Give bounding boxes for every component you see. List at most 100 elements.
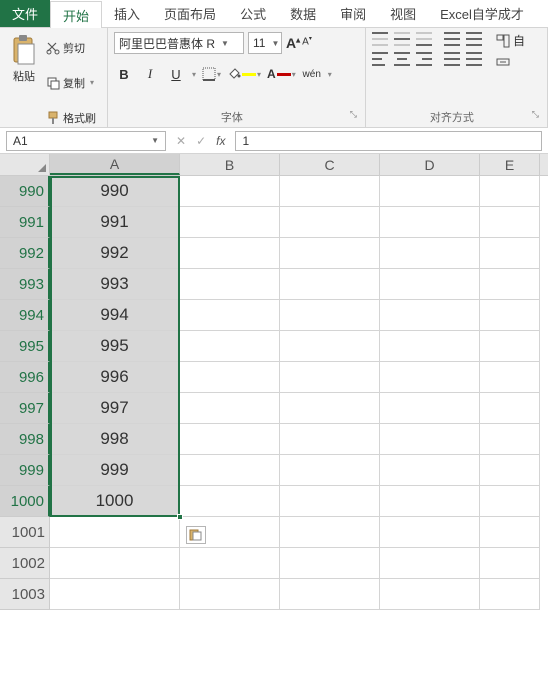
increase-indent-button[interactable] (466, 32, 482, 46)
row-header[interactable]: 997 (0, 393, 50, 424)
cell[interactable] (180, 176, 280, 207)
cell[interactable] (480, 455, 540, 486)
row-header[interactable]: 999 (0, 455, 50, 486)
decrease-indent2-button[interactable] (444, 52, 460, 66)
cell[interactable] (280, 269, 380, 300)
cell[interactable] (180, 331, 280, 362)
cell[interactable] (380, 455, 480, 486)
cell[interactable] (480, 300, 540, 331)
cell[interactable] (480, 548, 540, 579)
cell[interactable] (380, 393, 480, 424)
menu-tab-6[interactable]: 审阅 (328, 0, 378, 27)
cell[interactable] (380, 207, 480, 238)
cut-button[interactable]: 剪切 (46, 32, 96, 63)
cell[interactable] (380, 424, 480, 455)
increase-font-button[interactable]: A▴ (286, 35, 300, 51)
cell[interactable] (480, 362, 540, 393)
bold-button[interactable]: B (114, 64, 134, 84)
cell[interactable] (280, 486, 380, 517)
row-header[interactable]: 998 (0, 424, 50, 455)
phonetic-button[interactable]: wén (302, 64, 322, 84)
row-header[interactable]: 996 (0, 362, 50, 393)
cell[interactable]: 999 (50, 455, 180, 486)
font-size-combo[interactable]: 11▼ (248, 32, 282, 54)
cell[interactable] (480, 238, 540, 269)
menu-tab-0[interactable]: 文件 (0, 0, 50, 27)
cell[interactable] (480, 269, 540, 300)
row-header[interactable]: 1003 (0, 579, 50, 610)
cell[interactable] (280, 393, 380, 424)
cell[interactable] (480, 424, 540, 455)
cell[interactable] (380, 579, 480, 610)
decrease-indent-button[interactable] (444, 32, 460, 46)
cell[interactable] (280, 548, 380, 579)
cell[interactable] (180, 548, 280, 579)
cell[interactable] (180, 424, 280, 455)
cell[interactable] (180, 579, 280, 610)
formula-bar[interactable]: 1 (235, 131, 542, 151)
row-header[interactable]: 1001 (0, 517, 50, 548)
cell[interactable] (380, 517, 480, 548)
merge-button[interactable] (496, 55, 525, 69)
cell[interactable] (180, 393, 280, 424)
worksheet-grid[interactable]: A B C D E 990990991991992992993993994994… (0, 154, 548, 610)
align-launcher-icon[interactable]: ⤡ (532, 109, 539, 120)
menu-tab-2[interactable]: 插入 (102, 0, 152, 27)
font-name-combo[interactable]: 阿里巴巴普惠体 R▼ (114, 32, 244, 54)
cell[interactable]: 990 (50, 176, 180, 207)
cell[interactable]: 997 (50, 393, 180, 424)
column-header-e[interactable]: E (480, 154, 540, 175)
cell[interactable] (280, 238, 380, 269)
cancel-formula-button[interactable]: ✕ (176, 134, 186, 148)
menu-tab-1[interactable]: 开始 (50, 1, 102, 28)
cell[interactable] (480, 486, 540, 517)
fx-button[interactable]: fx (216, 134, 225, 148)
cell[interactable] (280, 176, 380, 207)
cell[interactable] (380, 269, 480, 300)
increase-indent2-button[interactable] (466, 52, 482, 66)
cell[interactable] (180, 269, 280, 300)
cell[interactable] (180, 300, 280, 331)
select-all-corner[interactable] (0, 154, 50, 175)
format-painter-button[interactable]: 格式刷 (46, 102, 96, 133)
cell[interactable] (380, 176, 480, 207)
cell[interactable] (480, 331, 540, 362)
font-color-button[interactable]: A▾ (267, 67, 296, 81)
copy-button[interactable]: 复制▾ (46, 67, 96, 98)
align-left-button[interactable] (372, 52, 388, 66)
cell[interactable] (180, 362, 280, 393)
cell[interactable]: 996 (50, 362, 180, 393)
cell[interactable]: 995 (50, 331, 180, 362)
cell[interactable] (380, 548, 480, 579)
fill-handle[interactable] (177, 514, 183, 520)
paste-options-button[interactable] (186, 526, 206, 544)
cell[interactable] (480, 176, 540, 207)
paste-button[interactable]: 粘贴 (6, 32, 42, 86)
align-top-button[interactable] (372, 32, 388, 46)
menu-tab-3[interactable]: 页面布局 (152, 0, 228, 27)
cell[interactable] (480, 393, 540, 424)
accept-formula-button[interactable]: ✓ (196, 134, 206, 148)
cell[interactable] (50, 517, 180, 548)
cell[interactable] (380, 300, 480, 331)
row-header[interactable]: 994 (0, 300, 50, 331)
cell[interactable] (380, 238, 480, 269)
row-header[interactable]: 993 (0, 269, 50, 300)
cell[interactable] (280, 331, 380, 362)
cell[interactable] (280, 424, 380, 455)
row-header[interactable]: 1000 (0, 486, 50, 517)
cell[interactable] (50, 579, 180, 610)
name-box[interactable]: A1▼ (6, 131, 166, 151)
cell[interactable] (480, 517, 540, 548)
menu-tab-7[interactable]: 视图 (378, 0, 428, 27)
align-middle-button[interactable] (394, 32, 410, 46)
align-center-button[interactable] (394, 52, 410, 66)
cell[interactable] (280, 517, 380, 548)
cell[interactable] (180, 455, 280, 486)
menu-tab-8[interactable]: Excel自学成才 (428, 0, 536, 27)
cell[interactable]: 994 (50, 300, 180, 331)
cell[interactable] (380, 486, 480, 517)
align-right-button[interactable] (416, 52, 432, 66)
cell[interactable]: 998 (50, 424, 180, 455)
cell[interactable] (180, 486, 280, 517)
